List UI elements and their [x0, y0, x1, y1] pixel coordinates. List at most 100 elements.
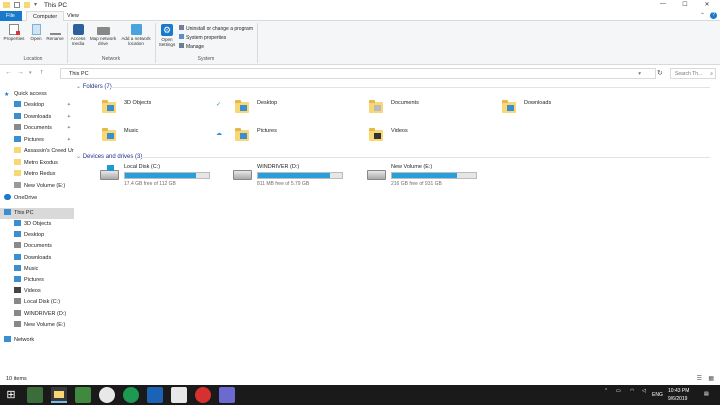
maximize-button[interactable]: ☐	[678, 1, 692, 10]
manage-icon	[179, 43, 184, 48]
folder-overlay-icon	[107, 105, 114, 111]
add-network-location-button[interactable]: Add a network location	[119, 24, 153, 46]
sidebar-item-network[interactable]: Network	[0, 335, 74, 346]
sidebar-item-label: This PC	[14, 210, 34, 216]
section-divider	[140, 157, 710, 158]
forward-button[interactable]: →	[17, 69, 24, 76]
folder-item-pictures[interactable]: Pictures	[233, 125, 353, 147]
chevron-up-icon[interactable]: ⌃	[604, 388, 608, 394]
sidebar-item-onedrive[interactable]: OneDrive	[0, 193, 74, 204]
recent-locations-button[interactable]: ▾	[29, 70, 32, 76]
uninstall-program-button[interactable]: Uninstall or change a program	[179, 25, 253, 32]
up-button[interactable]: ↑	[40, 69, 44, 76]
wifi-icon[interactable]: ◠	[630, 388, 634, 394]
pin-icon[interactable]: ✦	[67, 100, 71, 111]
folder-item-music[interactable]: Music	[100, 125, 220, 147]
access-media-button[interactable]: Access media	[69, 24, 87, 46]
tab-computer[interactable]: Computer	[26, 11, 65, 21]
pin-icon[interactable]: ✦	[67, 135, 71, 146]
nvidia-icon[interactable]	[27, 387, 43, 403]
sidebar-item-documents[interactable]: Documents	[0, 241, 74, 252]
sidebar-item-metro-exodus[interactable]: Metro Exodus	[0, 158, 74, 169]
manage-button[interactable]: Manage	[179, 43, 204, 50]
folder-item-downloads[interactable]: Downloads	[500, 97, 620, 119]
app-icon[interactable]	[123, 387, 139, 403]
sidebar-item-windriver-d-[interactable]: WINDRIVER (D:)	[0, 309, 74, 320]
drive-item[interactable]: WINDRIVER (D:) 811 MB free of 5.79 GB	[233, 164, 363, 190]
sidebar-item-documents[interactable]: Documents ✦	[0, 123, 74, 134]
uninstall-icon	[179, 25, 184, 30]
sidebar-item-pictures[interactable]: Pictures	[0, 275, 74, 286]
drive-item[interactable]: New Volume (E:) 216 GB free of 931 GB	[367, 164, 497, 190]
file-explorer-taskbar-icon[interactable]	[51, 387, 67, 403]
sidebar-item-music[interactable]: Music	[0, 264, 74, 275]
folder-icon	[102, 128, 116, 141]
sidebar-item-new-volume-e-[interactable]: New Volume (E:)	[0, 320, 74, 331]
drive-usage-bar	[257, 172, 343, 179]
sidebar-item-downloads[interactable]: Downloads ✦	[0, 112, 74, 123]
app-icon[interactable]	[219, 387, 235, 403]
open-button[interactable]: Open	[28, 24, 44, 41]
sidebar-item-3d-objects[interactable]: 3D Objects	[0, 219, 74, 230]
rename-button[interactable]: Rename	[45, 24, 65, 41]
details-view-icon[interactable]: ☰	[697, 374, 702, 385]
properties-button[interactable]: Properties	[3, 24, 25, 41]
clock-date[interactable]: 9/6/2019	[668, 396, 687, 402]
windows-logo-icon	[107, 165, 114, 171]
sidebar-item-new-volume-e-[interactable]: New Volume (E:)	[0, 181, 74, 192]
customize-qat-icon[interactable]: ▾	[34, 1, 37, 8]
folders-section-header[interactable]: ⌄ Folders (7)	[76, 83, 716, 90]
sidebar-item-metro-redux[interactable]: Metro Redux	[0, 169, 74, 180]
gear-icon: ⚙	[161, 24, 173, 36]
folder-item-3d-objects[interactable]: 3D Objects	[100, 97, 220, 119]
minimize-button[interactable]: —	[656, 1, 670, 10]
large-icons-view-icon[interactable]: ▦	[708, 374, 714, 385]
map-network-drive-button[interactable]: Map network drive	[88, 24, 118, 46]
tab-file[interactable]: File	[0, 11, 22, 21]
sidebar-item-assassin-s-creed-ur[interactable]: Assassin's Creed Ur	[0, 146, 74, 157]
sidebar-item-this-pc[interactable]: This PC	[0, 208, 74, 219]
new-folder-icon[interactable]	[24, 2, 30, 8]
system-properties-button[interactable]: System properties	[179, 34, 226, 41]
refresh-button[interactable]: ↻	[657, 69, 663, 77]
breadcrumb[interactable]: This PC	[69, 71, 89, 77]
search-input[interactable]: Search Th... ⌕	[670, 68, 716, 79]
app-icon[interactable]	[99, 387, 115, 403]
sidebar-item-desktop[interactable]: Desktop ✦	[0, 100, 74, 111]
pin-icon[interactable]: ✦	[67, 112, 71, 123]
sidebar-item-quick-access[interactable]: ★ Quick access	[0, 89, 74, 100]
network-drive-icon	[96, 27, 110, 35]
back-button[interactable]: ←	[5, 69, 12, 76]
volume-icon[interactable]: ◁	[642, 388, 646, 394]
quick-properties-icon[interactable]	[14, 2, 20, 8]
folder-overlay-icon	[240, 105, 247, 111]
windows-start-icon[interactable]: ⊞	[3, 387, 19, 403]
drive-item[interactable]: Local Disk (C:) 17.4 GB free of 112 GB	[100, 164, 230, 190]
app-icon[interactable]	[147, 387, 163, 403]
app-icon[interactable]	[171, 387, 187, 403]
folder-item-videos[interactable]: Videos	[367, 125, 487, 147]
app-icon[interactable]	[195, 387, 211, 403]
help-icon[interactable]: ?	[710, 12, 717, 19]
battery-icon[interactable]: ▭	[616, 388, 621, 394]
clock-time[interactable]: 10:43 PM	[668, 388, 689, 394]
app-icon[interactable]	[75, 387, 91, 403]
sidebar-item-videos[interactable]: Videos	[0, 286, 74, 297]
pin-icon[interactable]: ✦	[67, 123, 71, 134]
address-bar[interactable]: This PC ▾	[60, 68, 656, 79]
tab-view[interactable]: View	[61, 11, 85, 21]
folder-item-documents[interactable]: Documents	[367, 97, 487, 119]
sidebar-item-local-disk-c-[interactable]: Local Disk (C:)	[0, 297, 74, 308]
notifications-icon[interactable]: ▤	[704, 391, 709, 397]
sidebar-item-label: New Volume (E:)	[24, 321, 66, 328]
sidebar-item-downloads[interactable]: Downloads	[0, 253, 74, 264]
ribbon-collapse-icon[interactable]: ⌃	[700, 12, 705, 19]
chevron-down-icon[interactable]: ▾	[638, 69, 641, 79]
sidebar-item-pictures[interactable]: Pictures ✦	[0, 135, 74, 146]
open-settings-button[interactable]: ⚙ Open Settings	[157, 24, 177, 47]
drives-section-header[interactable]: ⌄ Devices and drives (3)	[76, 153, 716, 160]
folder-item-desktop[interactable]: Desktop	[233, 97, 353, 119]
close-button[interactable]: ✕	[700, 1, 714, 10]
sidebar-item-desktop[interactable]: Desktop	[0, 230, 74, 241]
language-indicator[interactable]: ENG	[652, 392, 663, 398]
